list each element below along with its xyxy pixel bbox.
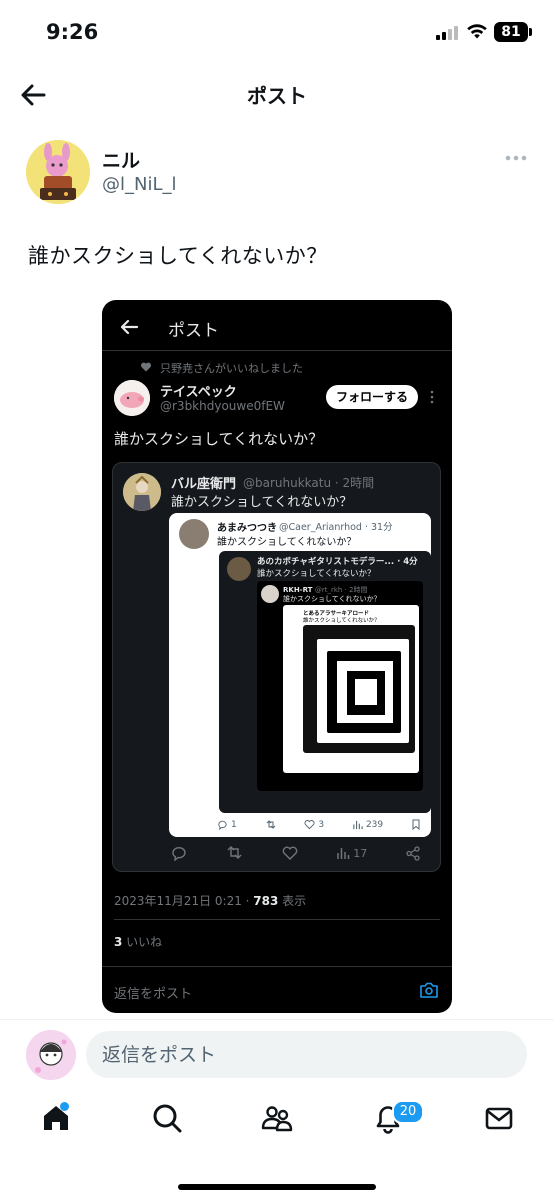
messages-envelope-icon[interactable]	[483, 1102, 515, 1134]
quote-repost-icon	[227, 846, 242, 859]
nested-quote-2-text: 誰かスクショしてくれないか？	[257, 569, 376, 579]
nested-quote-3-handle: @rt_rkh · 2時間	[314, 586, 368, 594]
nested-like-stat: 3	[304, 819, 324, 830]
armored-character-image	[123, 473, 161, 511]
embed-author-handle: @r3bkhdyouwe0fEW	[160, 399, 285, 413]
nested-quote-1-stats: 1 3 239	[217, 819, 421, 830]
nested-quote-2-avatar	[227, 557, 251, 581]
author-avatar-image	[26, 140, 90, 204]
status-time: 9:26	[46, 20, 99, 44]
search-icon[interactable]	[151, 1102, 183, 1134]
nested-quote-5	[303, 625, 415, 753]
nested-quote-8	[337, 661, 393, 723]
embed-divider	[102, 350, 452, 351]
nested-quote-3-name-text: RKH-RT	[283, 586, 313, 594]
embed-divider-3	[102, 966, 452, 967]
embed-date: 2023年11月21日 0:21 ·	[114, 894, 254, 908]
nested-quote-4: とあるアラサーキアロード 誰かスクショしてくれないか？	[283, 605, 419, 773]
nested-quote-2-name: あのカボチャギタリストモデラー... · 4分	[257, 557, 418, 567]
nested-views-stat: 239	[352, 819, 383, 830]
bookmark-icon	[412, 819, 420, 830]
embed-liked-by: 只野尭さんがいいねしました	[160, 362, 303, 375]
more-options-icon[interactable]	[502, 148, 530, 168]
nested-quote-3-text: 誰かスクショしてくれないか？	[283, 595, 381, 603]
author-avatar[interactable]	[26, 140, 90, 204]
author-name[interactable]: ニル	[102, 146, 140, 173]
battery-tip	[529, 28, 532, 36]
nested-quote-1-text: 誰かスクショしてくれないか？	[217, 537, 357, 548]
embed-author-name: テイスペック	[160, 385, 237, 400]
nested-quote-1-name: あまみつつき	[217, 523, 277, 534]
nested-quote-10	[355, 679, 377, 705]
nested-quote-6	[317, 639, 409, 743]
embed-likes: 3 いいね	[114, 933, 162, 950]
reply-input[interactable]	[86, 1031, 527, 1078]
page-title: ポスト	[247, 84, 307, 108]
nested-quote-1-avatar	[179, 519, 209, 549]
embed-back-arrow-icon	[120, 319, 139, 335]
nested-reply-stat: 1	[217, 819, 237, 830]
home-indicator	[178, 1184, 376, 1190]
nested-views-count: 239	[365, 819, 384, 830]
embed-follow-button: フォローする	[326, 385, 418, 409]
quote-like-icon	[282, 846, 297, 860]
camera-icon	[420, 982, 438, 998]
communities-icon[interactable]	[261, 1102, 293, 1134]
top-header: ポスト	[0, 62, 554, 124]
repost-icon	[266, 820, 275, 829]
nested-quote-4-text: 誰かスクショしてくれないか？	[303, 618, 380, 624]
quote-views-icon	[337, 848, 350, 859]
quote-stats: 17	[171, 845, 421, 861]
nested-quote-1-handle: @Caer_Arianrhod · 31分	[279, 522, 393, 533]
bottom-tab-bar	[0, 1098, 554, 1148]
embed-reply-placeholder: 返信をポスト	[114, 987, 193, 1002]
embed-views-label: 表示	[278, 894, 307, 908]
quote-author-name: バル座衛門	[171, 477, 237, 492]
pig-avatar-image	[114, 380, 150, 416]
quote-author-handle: @baruhukkatu · 2時間	[243, 476, 375, 490]
quote-reply-icon	[172, 846, 186, 861]
post-image[interactable]: ポスト 只野尭さんがいいねしました テイスペック @r3bkhdyouwe0fE…	[102, 300, 452, 1013]
quote-views-count: 17	[353, 846, 368, 860]
cellular-signal-icon	[436, 26, 458, 40]
embed-author-avatar	[114, 380, 150, 416]
views-icon	[353, 820, 363, 830]
nested-reply-count: 1	[231, 819, 237, 830]
embed-post-text: 誰かスクショしてくれないか？	[114, 430, 324, 448]
reply-icon	[218, 820, 227, 830]
quote-avatar	[123, 473, 161, 511]
nested-quote-9	[347, 671, 385, 715]
battery-indicator: 81	[494, 22, 528, 42]
wifi-icon	[467, 24, 487, 39]
nested-quote-2: あのカボチャギタリストモデラー... · 4分 誰かスクショしてくれないか？ R…	[219, 551, 431, 813]
reply-divider	[0, 1019, 554, 1020]
embed-divider-2	[114, 919, 440, 920]
nested-quote-3: RKH-RT @rt_rkh · 2時間 誰かスクショしてくれないか？ とあるア…	[257, 581, 423, 791]
nested-quote-3-avatar	[261, 585, 279, 603]
quote-views-stat: 17	[336, 846, 367, 860]
current-user-avatar	[26, 1030, 76, 1080]
quoted-post: バル座衛門 @baruhukkatu · 2時間 誰かスクショしてくれないか？ …	[112, 462, 441, 872]
embed-likes-label: いいね	[122, 935, 163, 949]
nested-quote-7	[327, 651, 401, 733]
nested-quote-1: あまみつつき @Caer_Arianrhod · 31分 誰かスクショしてくれな…	[169, 513, 431, 837]
embed-timestamp: 2023年11月21日 0:21 · 783 表示	[114, 892, 306, 909]
author-handle[interactable]: @l_NiL_l	[102, 174, 177, 195]
status-bar: 9:26 81	[0, 0, 554, 62]
home-unread-dot	[60, 1102, 69, 1111]
embed-page-title: ポスト	[168, 321, 219, 341]
heart-icon	[140, 362, 152, 372]
embed-views-count: 783	[253, 894, 279, 908]
quote-share-icon	[406, 845, 420, 861]
embed-more-icon	[430, 390, 434, 404]
quote-text: 誰かスクショしてくれないか？	[171, 495, 353, 510]
like-icon	[304, 820, 315, 830]
post-text: 誰かスクショしてくれないか？	[28, 244, 328, 268]
notifications-badge: 20	[392, 1100, 424, 1124]
user-avatar-image	[26, 1030, 76, 1080]
nested-like-count: 3	[318, 819, 325, 830]
